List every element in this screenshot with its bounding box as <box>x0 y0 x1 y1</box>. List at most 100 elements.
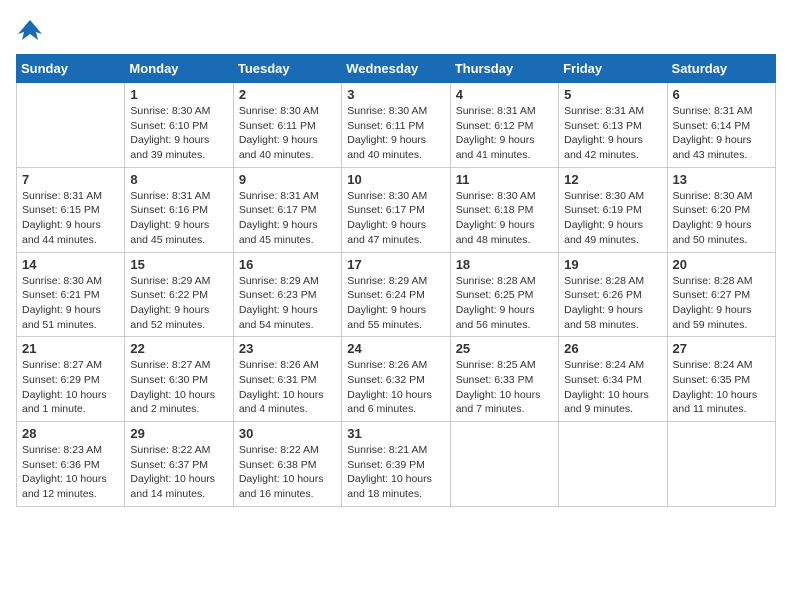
logo <box>16 16 48 44</box>
day-info: Sunrise: 8:31 AMSunset: 6:13 PMDaylight:… <box>564 104 661 163</box>
day-info: Sunrise: 8:30 AMSunset: 6:20 PMDaylight:… <box>673 189 770 248</box>
day-number: 24 <box>347 341 444 356</box>
day-info: Sunrise: 8:30 AMSunset: 6:19 PMDaylight:… <box>564 189 661 248</box>
calendar-cell: 28 Sunrise: 8:23 AMSunset: 6:36 PMDayligh… <box>17 422 125 507</box>
calendar-cell: 17Sunrise: 8:29 AMSunset: 6:24 PMDayligh… <box>342 252 450 337</box>
day-info: Sunrise: 8:31 AMSunset: 6:16 PMDaylight:… <box>130 189 227 248</box>
calendar-cell: 2 Sunrise: 8:30 AMSunset: 6:11 PMDaylight… <box>233 83 341 168</box>
day-number: 26 <box>564 341 661 356</box>
column-header-wednesday: Wednesday <box>342 55 450 83</box>
column-header-tuesday: Tuesday <box>233 55 341 83</box>
day-info: Sunrise: 8:28 AMSunset: 6:25 PMDaylight:… <box>456 274 553 333</box>
day-number: 15 <box>130 257 227 272</box>
day-info: Sunrise: 8:31 AMSunset: 6:14 PMDaylight:… <box>673 104 770 163</box>
calendar-cell: 25 Sunrise: 8:25 AMSunset: 6:33 PMDayligh… <box>450 337 558 422</box>
day-number: 16 <box>239 257 336 272</box>
calendar-cell: 3 Sunrise: 8:30 AMSunset: 6:11 PMDaylight… <box>342 83 450 168</box>
day-number: 8 <box>130 172 227 187</box>
calendar-cell <box>17 83 125 168</box>
calendar-cell: 22 Sunrise: 8:27 AMSunset: 6:30 PMDayligh… <box>125 337 233 422</box>
calendar-cell: 21 Sunrise: 8:27 AMSunset: 6:29 PMDayligh… <box>17 337 125 422</box>
calendar-header-row: SundayMondayTuesdayWednesdayThursdayFrid… <box>17 55 776 83</box>
calendar-cell: 1Sunrise: 8:30 AMSunset: 6:10 PMDaylight… <box>125 83 233 168</box>
day-number: 3 <box>347 87 444 102</box>
day-number: 25 <box>456 341 553 356</box>
day-info: Sunrise: 8:24 AMSunset: 6:35 PMDaylight:… <box>673 358 770 417</box>
day-info: Sunrise: 8:31 AMSunset: 6:12 PMDaylight:… <box>456 104 553 163</box>
calendar-cell: 18Sunrise: 8:28 AMSunset: 6:25 PMDayligh… <box>450 252 558 337</box>
calendar-cell: 5 Sunrise: 8:31 AMSunset: 6:13 PMDaylight… <box>559 83 667 168</box>
day-info: Sunrise: 8:22 AMSunset: 6:37 PMDaylight:… <box>130 443 227 502</box>
calendar-cell: 27 Sunrise: 8:24 AMSunset: 6:35 PMDayligh… <box>667 337 775 422</box>
day-number: 13 <box>673 172 770 187</box>
day-info: Sunrise: 8:29 AMSunset: 6:23 PMDaylight:… <box>239 274 336 333</box>
day-number: 14 <box>22 257 119 272</box>
page-header <box>16 16 776 44</box>
day-info: Sunrise: 8:23 AMSunset: 6:36 PMDaylight:… <box>22 443 119 502</box>
calendar-week-row: 28 Sunrise: 8:23 AMSunset: 6:36 PMDayligh… <box>17 422 776 507</box>
day-info: Sunrise: 8:24 AMSunset: 6:34 PMDaylight:… <box>564 358 661 417</box>
day-number: 2 <box>239 87 336 102</box>
day-number: 1 <box>130 87 227 102</box>
day-number: 29 <box>130 426 227 441</box>
day-info: Sunrise: 8:28 AMSunset: 6:26 PMDaylight:… <box>564 274 661 333</box>
column-header-monday: Monday <box>125 55 233 83</box>
calendar-cell: 4 Sunrise: 8:31 AMSunset: 6:12 PMDaylight… <box>450 83 558 168</box>
calendar-cell: 24 Sunrise: 8:26 AMSunset: 6:32 PMDayligh… <box>342 337 450 422</box>
day-number: 19 <box>564 257 661 272</box>
day-info: Sunrise: 8:30 AMSunset: 6:17 PMDaylight:… <box>347 189 444 248</box>
day-number: 4 <box>456 87 553 102</box>
column-header-saturday: Saturday <box>667 55 775 83</box>
day-number: 30 <box>239 426 336 441</box>
calendar-cell: 23 Sunrise: 8:26 AMSunset: 6:31 PMDayligh… <box>233 337 341 422</box>
day-info: Sunrise: 8:25 AMSunset: 6:33 PMDaylight:… <box>456 358 553 417</box>
calendar-cell: 15 Sunrise: 8:29 AMSunset: 6:22 PMDayligh… <box>125 252 233 337</box>
calendar-cell: 10Sunrise: 8:30 AMSunset: 6:17 PMDayligh… <box>342 167 450 252</box>
day-info: Sunrise: 8:29 AMSunset: 6:22 PMDaylight:… <box>130 274 227 333</box>
day-info: Sunrise: 8:26 AMSunset: 6:32 PMDaylight:… <box>347 358 444 417</box>
day-number: 28 <box>22 426 119 441</box>
day-number: 23 <box>239 341 336 356</box>
calendar-cell: 31Sunrise: 8:21 AMSunset: 6:39 PMDayligh… <box>342 422 450 507</box>
calendar-cell: 13 Sunrise: 8:30 AMSunset: 6:20 PMDayligh… <box>667 167 775 252</box>
day-info: Sunrise: 8:30 AMSunset: 6:21 PMDaylight:… <box>22 274 119 333</box>
calendar-cell: 30Sunrise: 8:22 AMSunset: 6:38 PMDayligh… <box>233 422 341 507</box>
calendar-cell: 12Sunrise: 8:30 AMSunset: 6:19 PMDayligh… <box>559 167 667 252</box>
calendar-cell: 8 Sunrise: 8:31 AMSunset: 6:16 PMDaylight… <box>125 167 233 252</box>
calendar-week-row: 7 Sunrise: 8:31 AMSunset: 6:15 PMDaylight… <box>17 167 776 252</box>
calendar-cell: 19 Sunrise: 8:28 AMSunset: 6:26 PMDayligh… <box>559 252 667 337</box>
day-info: Sunrise: 8:30 AMSunset: 6:11 PMDaylight:… <box>239 104 336 163</box>
calendar-cell: 6 Sunrise: 8:31 AMSunset: 6:14 PMDaylight… <box>667 83 775 168</box>
day-number: 27 <box>673 341 770 356</box>
day-info: Sunrise: 8:31 AMSunset: 6:15 PMDaylight:… <box>22 189 119 248</box>
day-info: Sunrise: 8:30 AMSunset: 6:11 PMDaylight:… <box>347 104 444 163</box>
column-header-sunday: Sunday <box>17 55 125 83</box>
calendar-week-row: 1Sunrise: 8:30 AMSunset: 6:10 PMDaylight… <box>17 83 776 168</box>
calendar-cell <box>667 422 775 507</box>
calendar-cell: 29 Sunrise: 8:22 AMSunset: 6:37 PMDayligh… <box>125 422 233 507</box>
calendar-cell: 20Sunrise: 8:28 AMSunset: 6:27 PMDayligh… <box>667 252 775 337</box>
calendar-week-row: 14 Sunrise: 8:30 AMSunset: 6:21 PMDayligh… <box>17 252 776 337</box>
day-info: Sunrise: 8:26 AMSunset: 6:31 PMDaylight:… <box>239 358 336 417</box>
day-info: Sunrise: 8:27 AMSunset: 6:29 PMDaylight:… <box>22 358 119 417</box>
calendar-table: SundayMondayTuesdayWednesdayThursdayFrid… <box>16 54 776 507</box>
calendar-cell: 11 Sunrise: 8:30 AMSunset: 6:18 PMDayligh… <box>450 167 558 252</box>
day-number: 7 <box>22 172 119 187</box>
day-number: 11 <box>456 172 553 187</box>
day-number: 22 <box>130 341 227 356</box>
calendar-cell: 7 Sunrise: 8:31 AMSunset: 6:15 PMDaylight… <box>17 167 125 252</box>
day-number: 9 <box>239 172 336 187</box>
column-header-thursday: Thursday <box>450 55 558 83</box>
calendar-cell: 9 Sunrise: 8:31 AMSunset: 6:17 PMDaylight… <box>233 167 341 252</box>
day-info: Sunrise: 8:30 AMSunset: 6:18 PMDaylight:… <box>456 189 553 248</box>
day-number: 5 <box>564 87 661 102</box>
day-info: Sunrise: 8:21 AMSunset: 6:39 PMDaylight:… <box>347 443 444 502</box>
calendar-cell: 14 Sunrise: 8:30 AMSunset: 6:21 PMDayligh… <box>17 252 125 337</box>
calendar-cell <box>450 422 558 507</box>
day-info: Sunrise: 8:27 AMSunset: 6:30 PMDaylight:… <box>130 358 227 417</box>
calendar-cell <box>559 422 667 507</box>
day-number: 6 <box>673 87 770 102</box>
day-number: 21 <box>22 341 119 356</box>
day-info: Sunrise: 8:31 AMSunset: 6:17 PMDaylight:… <box>239 189 336 248</box>
day-number: 17 <box>347 257 444 272</box>
